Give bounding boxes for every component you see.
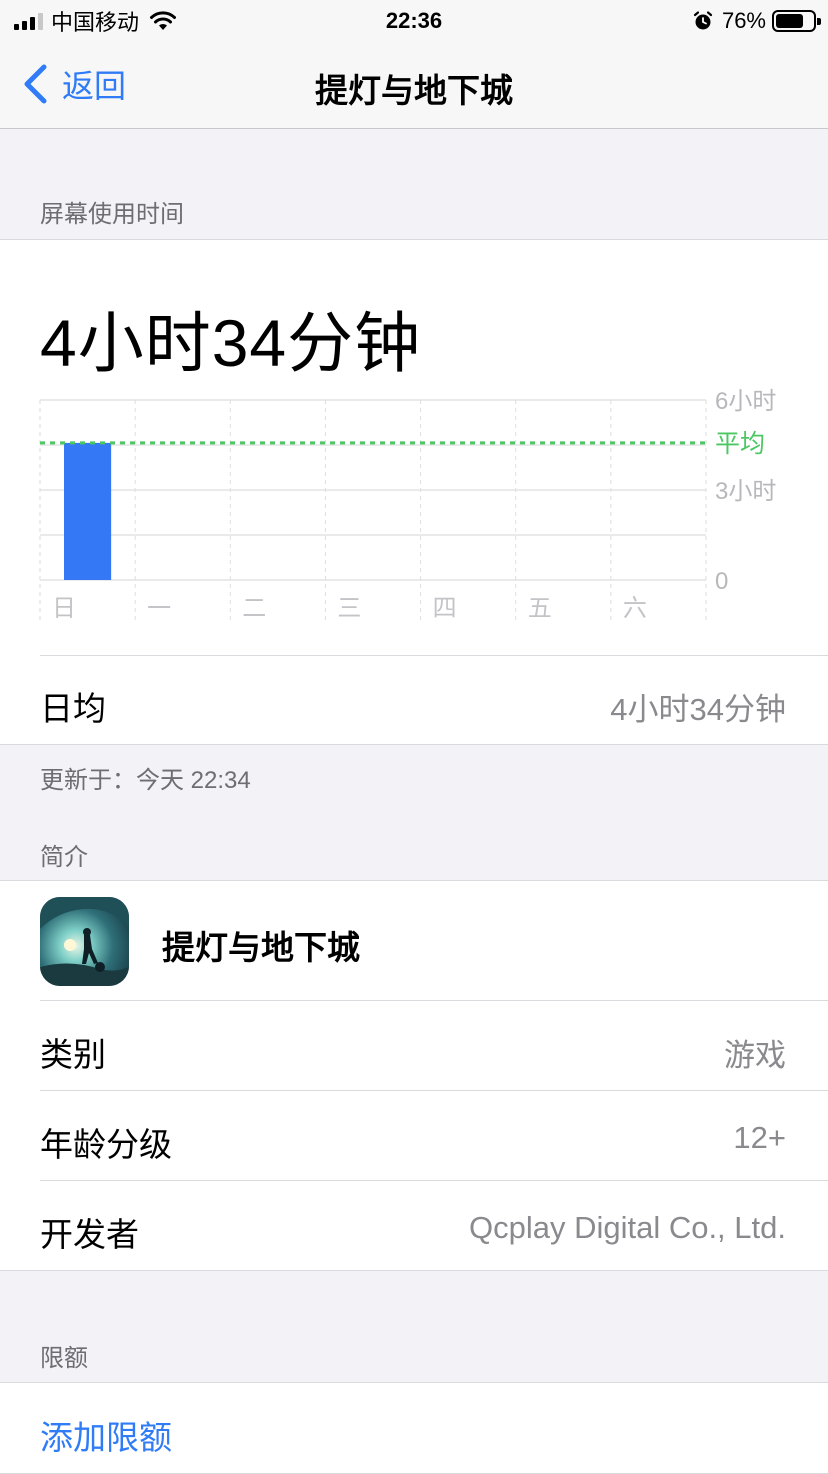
section-header-info: 简介 [40,844,88,871]
chart-bar [64,442,112,580]
age-rating-row: 年龄分级 12+ [40,1091,828,1181]
status-right: 76% [692,8,821,34]
category-label: 类别 [40,1036,106,1073]
chart-x-tick-label: 六 [623,595,647,622]
page-title: 提灯与地下城 [315,72,513,109]
chart-y-tick-label: 0 [715,568,728,595]
battery-percent: 76% [721,8,766,33]
screen-time-card: 4小时34分钟 平均 6小时 3小时 0 日 一 二 三 四 五 六 日均 4小时34分钟 [0,239,828,745]
age-rating-value: 12+ [733,1120,786,1155]
developer-value: Qcplay Digital Co., Ltd. [468,1210,786,1245]
app-icon [40,897,129,986]
limits-card: 添加限额 [0,1382,828,1474]
chart-x-tick-label: 一 [147,595,171,622]
chart-x-tick-label: 二 [242,595,266,622]
developer-row: 开发者 Qcplay Digital Co., Ltd. [40,1181,828,1271]
daily-average-row: 日均 4小时34分钟 [40,655,828,745]
updated-timestamp: 更新于：今天 22:34 [40,767,251,794]
alarm-icon [693,11,713,30]
chart-y-tick-label: 6小时 [715,388,776,415]
info-card: 提灯与地下城 类别 游戏 年龄分级 12+ 开发者 Qcplay Digital… [0,880,828,1271]
add-limit-button[interactable]: 添加限额 [40,1411,172,1459]
daily-average-label: 日均 [40,690,106,727]
category-value: 游戏 [724,1038,786,1073]
section-header-screen-time: 屏幕使用时间 [40,201,184,228]
age-rating-label: 年龄分级 [40,1126,172,1163]
section-header-limits: 限额 [40,1345,88,1372]
daily-average-value: 4小时34分钟 [610,692,786,727]
app-name: 提灯与地下城 [162,929,360,966]
developer-label: 开发者 [40,1216,139,1253]
chart-y-tick-label: 3小时 [715,478,776,505]
chart-x-tick-label: 日 [52,595,76,622]
app-row: 提灯与地下城 [40,881,828,1001]
category-row: 类别 游戏 [40,1001,828,1091]
chart-x-tick-label: 三 [337,595,361,622]
battery-fill [776,14,804,28]
chart-x-tick-label: 四 [433,595,457,622]
chart-x-tick-label: 五 [528,595,552,622]
navigation-bar: 返回 提灯与地下城 [0,42,828,129]
usage-bar-chart: 平均 6小时 3小时 0 日 一 二 三 四 五 六 [39,388,776,622]
battery-icon [772,10,821,32]
chart-average-label: 平均 [715,430,765,458]
status-bar: 中国移动 22:36 76% [0,0,828,42]
